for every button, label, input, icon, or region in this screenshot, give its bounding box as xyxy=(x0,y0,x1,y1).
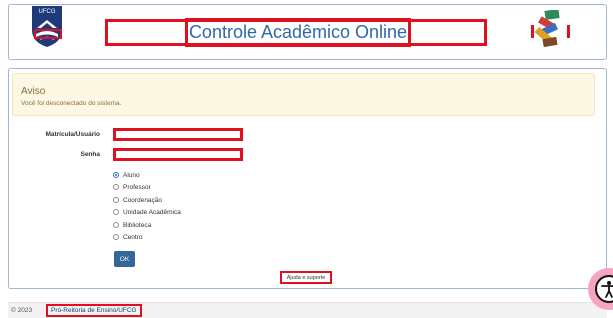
alert-message: Você foi desconectado do sistema. xyxy=(21,100,122,107)
logo-annotation xyxy=(34,29,62,39)
role-label: Professor xyxy=(123,183,151,191)
role-label: Coordenação xyxy=(123,196,163,204)
alert-title: Aviso xyxy=(21,86,46,97)
radio-button[interactable] xyxy=(113,197,119,203)
ok-button[interactable]: OK xyxy=(114,251,135,267)
help-support-label: Ajuda e suporte xyxy=(286,274,326,281)
password-input[interactable] xyxy=(113,148,243,161)
books-icon xyxy=(534,10,560,48)
role-label: Aluno xyxy=(123,171,140,179)
username-input[interactable] xyxy=(113,128,243,141)
books-annotation-right xyxy=(567,25,570,38)
radio-button[interactable] xyxy=(113,222,119,228)
radio-button[interactable] xyxy=(113,209,119,215)
footer: © 2023 Pró-Reitoria de Ensino/UFCG xyxy=(8,302,607,318)
role-label: Centro xyxy=(123,233,143,241)
page-title-box: Controle Acadêmico Online xyxy=(185,18,411,47)
alert-box: Aviso Você foi desconectado do sistema. xyxy=(12,73,595,116)
role-option-centro[interactable]: Centro xyxy=(113,232,143,242)
page-title: Controle Acadêmico Online xyxy=(188,22,408,42)
username-label: Matrícula/Usuário xyxy=(45,131,100,138)
role-option-biblioteca[interactable]: Biblioteca xyxy=(113,220,151,230)
ufcg-logo-icon: UFCG xyxy=(32,6,62,47)
role-label: Biblioteca xyxy=(123,221,152,229)
password-label: Senha xyxy=(80,151,100,158)
role-option-coordenacao[interactable]: Coordenação xyxy=(113,195,162,205)
role-option-aluno[interactable]: Aluno xyxy=(113,170,140,180)
accessibility-icon xyxy=(595,275,613,303)
radio-button[interactable] xyxy=(113,184,119,190)
radio-button[interactable] xyxy=(113,234,119,240)
footer-copyright: © 2023 xyxy=(11,307,33,314)
svg-text:UFCG: UFCG xyxy=(39,9,56,15)
role-option-professor[interactable]: Professor xyxy=(113,182,151,192)
role-label: Unidade Acadêmica xyxy=(123,208,181,216)
role-option-unidade-academica[interactable]: Unidade Acadêmica xyxy=(113,207,181,217)
help-support-link[interactable]: Ajuda e suporte xyxy=(280,271,332,284)
footer-link[interactable]: Pró-Reitoria de Ensino/UFCG xyxy=(46,304,142,317)
radio-button[interactable] xyxy=(113,172,119,178)
